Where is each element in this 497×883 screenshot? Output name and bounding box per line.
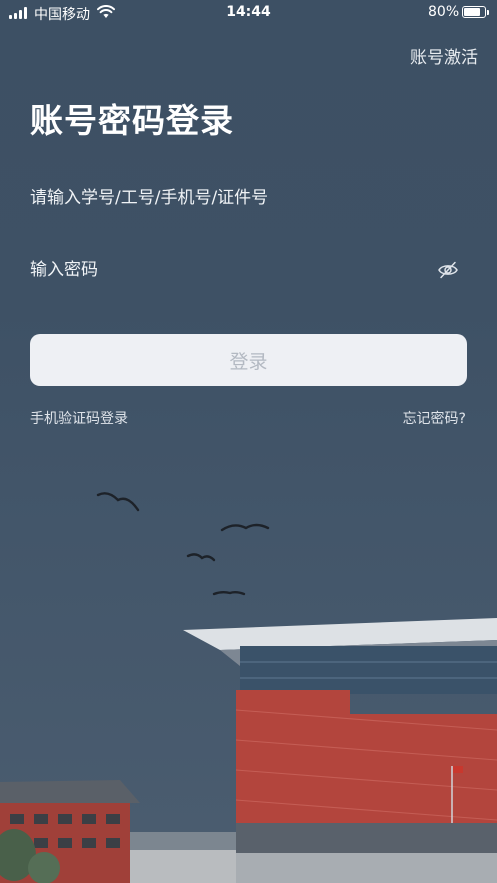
clock: 14:44: [226, 4, 271, 20]
username-field-container: [30, 178, 467, 218]
battery-percent: 80%: [428, 4, 460, 20]
page-title: 账号密码登录: [30, 101, 234, 140]
password-field-container: [30, 250, 467, 290]
forgot-password-link[interactable]: 忘记密码?: [403, 408, 466, 428]
birds-illustration: [96, 492, 270, 596]
battery-icon: [462, 6, 489, 18]
login-button[interactable]: 登录: [30, 334, 467, 386]
eye-off-icon[interactable]: [437, 259, 459, 281]
password-input[interactable]: [30, 250, 467, 290]
sms-code-login-link[interactable]: 手机验证码登录: [30, 408, 128, 428]
username-input[interactable]: [30, 178, 467, 218]
campus-background-image: [0, 492, 497, 883]
status-bar: 中国移动 14:44 80%: [0, 0, 497, 26]
account-activation-link[interactable]: 账号激活: [410, 43, 478, 68]
